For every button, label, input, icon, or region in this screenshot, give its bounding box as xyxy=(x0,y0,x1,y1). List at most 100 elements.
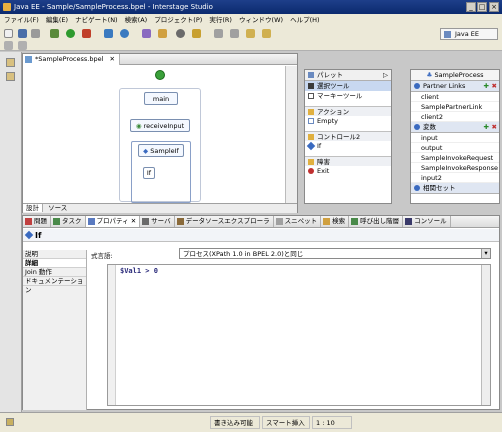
variable-item[interactable]: input xyxy=(411,133,499,143)
partner-link-item[interactable]: client xyxy=(411,92,499,102)
partner-links-header[interactable]: Partner Links ✚ ✖ xyxy=(411,81,499,92)
new-server-icon[interactable] xyxy=(104,29,113,38)
prop-tab-documentation[interactable]: ドキュメンテーション xyxy=(23,277,86,294)
source-tab[interactable]: ソース xyxy=(45,204,70,212)
menu-run[interactable]: 実行(R) xyxy=(209,16,232,24)
design-tab[interactable]: 設計 xyxy=(23,204,43,212)
prop-tab-details[interactable]: 詳細 xyxy=(23,259,86,268)
tab-snippets[interactable]: スニペット xyxy=(274,216,322,227)
restore-icon[interactable] xyxy=(6,58,15,67)
maximize-button[interactable]: □ xyxy=(477,2,487,12)
tab-servers[interactable]: サーバ xyxy=(140,216,175,227)
toolbar-extra2-icon[interactable] xyxy=(18,41,27,50)
partner-link-item[interactable]: client2 xyxy=(411,112,499,122)
folder-icon xyxy=(308,159,314,165)
menu-search[interactable]: 検索(A) xyxy=(125,16,148,24)
partner-link-item[interactable]: SamplePartnerLink xyxy=(411,102,499,112)
variable-item[interactable]: output xyxy=(411,143,499,153)
editor-tab-bar: *SampleProcess.bpel ✕ xyxy=(23,54,297,65)
collapse-arrow-icon[interactable]: ▷ xyxy=(383,70,388,81)
save-icon[interactable] xyxy=(18,29,27,38)
palette-section-actions[interactable]: アクション xyxy=(305,106,391,116)
problems-icon xyxy=(25,218,32,225)
expression-language-select[interactable]: プロセス(XPath 1.0 in BPEL 2.0)と同じ ▾ xyxy=(179,248,491,259)
palette-section-control[interactable]: コントロール2 xyxy=(305,131,391,141)
remove-icon[interactable]: ✖ xyxy=(492,122,497,133)
menu-edit[interactable]: 編集(E) xyxy=(46,16,68,24)
external-tools-icon[interactable] xyxy=(82,29,91,38)
tab-call-hierarchy[interactable]: 呼び出し階層 xyxy=(349,216,404,227)
tab-properties[interactable]: プロパティ ✕ xyxy=(85,216,141,227)
print-icon[interactable] xyxy=(31,29,40,38)
left-trim xyxy=(0,52,22,412)
annotation-icon[interactable] xyxy=(176,29,185,38)
arrow-cursor-icon xyxy=(308,83,314,89)
open-type-icon[interactable] xyxy=(120,29,129,38)
menu-window[interactable]: ウィンドウ(W) xyxy=(239,16,283,24)
if-diamond-icon xyxy=(306,141,316,151)
if-node[interactable]: ◆ SampleIf xyxy=(138,144,184,157)
palette-item-if[interactable]: If xyxy=(305,141,391,151)
menu-file[interactable]: ファイル(F) xyxy=(4,16,39,24)
run-icon[interactable] xyxy=(66,29,75,38)
fast-view-icon[interactable] xyxy=(6,418,14,426)
partner-links-icon xyxy=(414,83,420,89)
open-task-icon[interactable] xyxy=(142,29,151,38)
palette-item-empty[interactable]: Empty xyxy=(305,116,391,126)
debug-icon[interactable] xyxy=(50,29,59,38)
chevron-down-icon[interactable]: ▾ xyxy=(481,249,490,258)
variables-header[interactable]: 変数 ✚ ✖ xyxy=(411,122,499,133)
close-icon[interactable]: ✕ xyxy=(109,55,114,63)
toolbar-extra-icon[interactable] xyxy=(4,41,13,50)
close-button[interactable]: × xyxy=(489,2,499,12)
if-case-node[interactable]: If xyxy=(143,167,155,179)
editor-tab[interactable]: *SampleProcess.bpel ✕ xyxy=(23,54,120,65)
variable-item[interactable]: input2 xyxy=(411,173,499,183)
start-node-icon[interactable] xyxy=(155,70,165,80)
prop-tab-description[interactable]: 説明 xyxy=(23,250,86,259)
tab-tasks-label: タスク xyxy=(62,217,82,225)
forward-icon[interactable] xyxy=(262,29,271,38)
correlation-header[interactable]: 相関セット xyxy=(411,183,499,194)
status-insert-mode: スマート挿入 xyxy=(262,416,310,429)
variable-item[interactable]: SampleInvokeRequest xyxy=(411,153,499,163)
minimize-button[interactable]: _ xyxy=(466,2,476,12)
line-number-ruler xyxy=(108,265,116,405)
palette-section-fault[interactable]: 障害 xyxy=(305,156,391,166)
receive-node[interactable]: ◉ receiveInput xyxy=(130,119,190,132)
tab-tasks[interactable]: タスク xyxy=(51,216,86,227)
variables-icon xyxy=(414,124,420,130)
editor-vscroll[interactable] xyxy=(285,66,297,204)
main-node[interactable]: main xyxy=(144,92,178,105)
search-icon[interactable] xyxy=(158,29,167,38)
variable-item[interactable]: SampleInvokeResponse xyxy=(411,163,499,173)
process-header: ♣ SampleProcess xyxy=(411,70,499,81)
add-icon[interactable]: ✚ xyxy=(484,81,489,92)
tab-console[interactable]: コンソール xyxy=(403,216,451,227)
palette-select-tool[interactable]: 選択ツール xyxy=(305,81,391,91)
menu-navigate[interactable]: ナビゲート(N) xyxy=(75,16,117,24)
editor-tab-label: *SampleProcess.bpel xyxy=(35,55,104,63)
navigator-icon[interactable] xyxy=(6,72,15,81)
back-icon[interactable] xyxy=(246,29,255,38)
menu-help[interactable]: ヘルプ(H) xyxy=(290,16,319,24)
palette-item-exit[interactable]: Exit xyxy=(305,166,391,176)
menu-project[interactable]: プロジェクト(P) xyxy=(154,16,202,24)
status-bar: 書き込み可能 スマート挿入 1 : 10 xyxy=(0,412,502,432)
tab-datasource[interactable]: データソースエクスプローラ xyxy=(175,216,274,227)
palette-marquee-tool[interactable]: マーキーツール xyxy=(305,91,391,101)
process-canvas[interactable]: main ◉ receiveInput ◆ SampleIf If xyxy=(23,66,285,204)
close-icon[interactable]: ✕ xyxy=(131,217,136,225)
toggle-mark-icon[interactable] xyxy=(192,29,201,38)
remove-icon[interactable]: ✖ xyxy=(492,81,497,92)
tab-search[interactable]: 検索 xyxy=(321,216,350,227)
expression-editor[interactable]: $Val1 > 0 xyxy=(107,264,491,406)
perspective-switcher[interactable]: Java EE xyxy=(440,28,498,40)
tab-problems[interactable]: 問題 xyxy=(23,216,51,227)
prop-tab-join[interactable]: Join 動作 xyxy=(23,268,86,277)
next-annotation-icon[interactable] xyxy=(214,29,223,38)
editor-vscrollbar[interactable] xyxy=(481,265,490,405)
add-icon[interactable]: ✚ xyxy=(484,122,489,133)
new-icon[interactable] xyxy=(4,29,13,38)
prev-annotation-icon[interactable] xyxy=(230,29,239,38)
